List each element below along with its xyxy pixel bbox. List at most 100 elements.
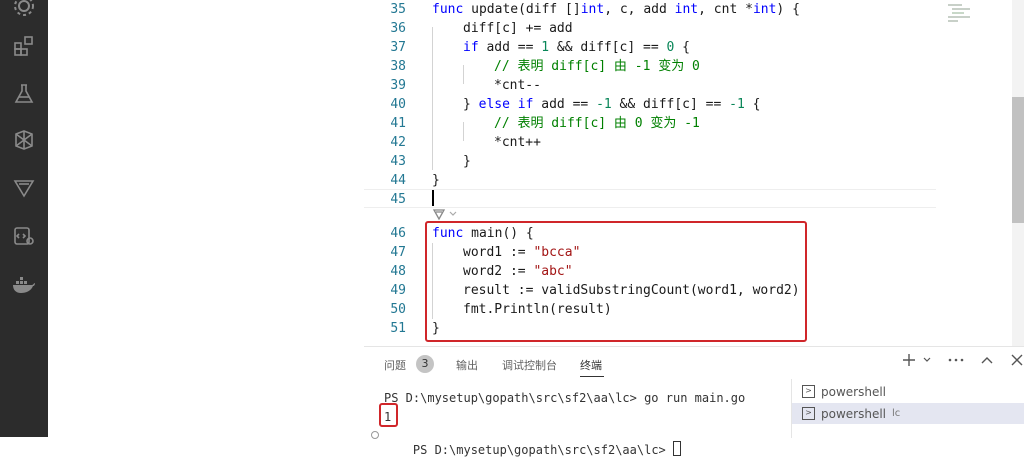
line-code: *cnt++ [494,133,541,152]
more-actions-icon[interactable] [946,353,966,367]
code-token: "bcca" [533,245,581,260]
maximize-panel-icon[interactable] [980,353,994,367]
code-line: 50 fmt.Println(result) [364,300,1024,319]
code-line: 44} [364,171,1024,190]
code-token: fmt.Println(result) [463,302,612,317]
code-token: { [744,97,761,112]
code-token: { [674,40,690,55]
code-token: result := validSubstringCount(word1, wor… [463,283,800,298]
bottom-panel: 问题 3 输出 调试控制台 终端 PS D:\mysetup\gopath\sr… [364,346,1024,457]
code-line: 35 func update(diff []int, c, add int, cn… [364,0,1024,19]
code-line: 49 result := validSubstringCount(word1, w… [364,281,1024,300]
extensions-icon[interactable] [0,26,48,66]
line-code: } [432,319,440,338]
sparkle-icon [432,209,446,221]
terminal-prompt[interactable]: PS D:\mysetup\gopath\src\sf2\aa\lc> [384,427,681,471]
line-code: // 表明 diff[c] 由 0 变为 -1 [494,114,700,133]
line-code: func update(diff []int, c, add int, cnt … [432,0,800,19]
tab-problems[interactable]: 问题 [384,357,406,373]
line-number: 48 [390,264,406,279]
tab-debug-console[interactable]: 调试控制台 [502,357,557,373]
terminal-list: > powershell > powershell lc [791,379,1024,438]
code-editor[interactable]: 35 func update(diff []int, c, add int, cn… [364,0,1024,346]
git-graph-icon[interactable] [0,120,48,160]
terminal-item-powershell-lc[interactable]: > powershell lc [792,403,1024,424]
editor-scrollbar[interactable] [1012,0,1024,346]
code-token: word2 := [463,264,534,279]
code-line: 40} else if add == -1 && diff[c] == -1 { [364,95,1024,114]
code-token: , c, add [604,2,675,17]
tab-output[interactable]: 输出 [456,357,478,373]
inline-chat-hint[interactable] [432,207,458,221]
add-terminal-icon[interactable] [902,353,916,367]
line-number: 46 [390,226,406,241]
line-number: 39 [390,78,406,93]
chevron-down-icon [449,211,457,216]
line-number: 43 [390,154,406,169]
terminal-item-powershell[interactable]: > powershell [802,381,886,402]
line-code: word2 := "abc" [463,262,573,281]
code-token: *cnt++ [494,135,541,150]
code-token: if [517,97,534,112]
remote-explorer-icon[interactable] [0,216,48,256]
code-token: ) { [776,2,800,17]
line-code: word1 := "bcca" [463,243,580,262]
code-token: func [432,2,464,17]
code-token: int [752,2,777,17]
code-token: } [463,154,471,169]
line-number: 51 [390,321,406,336]
code-token: int [674,2,699,17]
line-number: 36 [390,21,406,36]
code-token: // 表明 diff[c] 由 -1 变为 0 [494,59,700,74]
code-token: -1 [729,97,745,112]
line-code: diff[c] += add [463,19,573,38]
minimap[interactable] [944,0,1012,30]
line-code: result := validSubstringCount(word1, wor… [463,281,800,300]
code-token: else [478,97,510,112]
line-code: fmt.Println(result) [463,300,612,319]
terminal-label: powershell [821,406,886,421]
line-code: } else if add == -1 && diff[c] == -1 { [463,95,760,114]
indent-guide [463,122,464,141]
indent-guide [432,243,433,319]
code-token: && diff[c] == [549,40,667,55]
line-code: } [463,152,471,171]
line-number: 47 [390,245,406,260]
code-token: && diff[c] == [611,97,730,112]
scrollbar-thumb[interactable] [1012,97,1024,223]
tab-terminal[interactable]: 终端 [580,357,602,373]
close-icon[interactable] [1010,353,1024,367]
line-number: 38 [390,59,406,74]
active-tab-underline [580,376,604,377]
code-line: 36 diff[c] += add [364,19,1024,38]
code-token: } [432,173,440,188]
line-number: 42 [390,135,406,150]
line-number: 44 [390,173,406,188]
terminal-label: powershell [821,384,886,399]
code-token: diff[c] += add [463,21,573,36]
settings-gear-icon[interactable] [0,0,48,26]
terminal-prompt-text: PS D:\mysetup\gopath\src\sf2\aa\lc> [412,443,673,457]
terminal-line: PS D:\mysetup\gopath\src\sf2\aa\lc> go r… [384,391,746,405]
terminal-cursor [673,441,681,456]
code-token: 1 [541,40,550,55]
code-token: } [432,321,440,336]
line-number: 37 [390,40,406,55]
chevron-down-icon[interactable] [922,355,932,365]
gitlens-icon[interactable] [0,168,48,208]
code-token: int [580,2,605,17]
code-line: 37 if add == 1 && diff[c] == 0 { [364,38,1024,57]
docker-icon[interactable] [0,264,48,304]
line-code: } [432,171,440,190]
testing-flask-icon[interactable] [0,74,48,114]
code-line: 47 word1 := "bcca" [364,243,1024,262]
terminal-icon: > [802,407,815,420]
line-code: // 表明 diff[c] 由 -1 变为 0 [494,57,700,76]
indent-guide [463,65,464,84]
terminal-suffix: lc [892,408,901,419]
code-token: "abc" [533,264,573,279]
terminal-output: 1 [384,410,392,424]
code-token: func [432,226,464,241]
code-token: } [463,97,479,112]
code-line: 43} [364,152,1024,171]
